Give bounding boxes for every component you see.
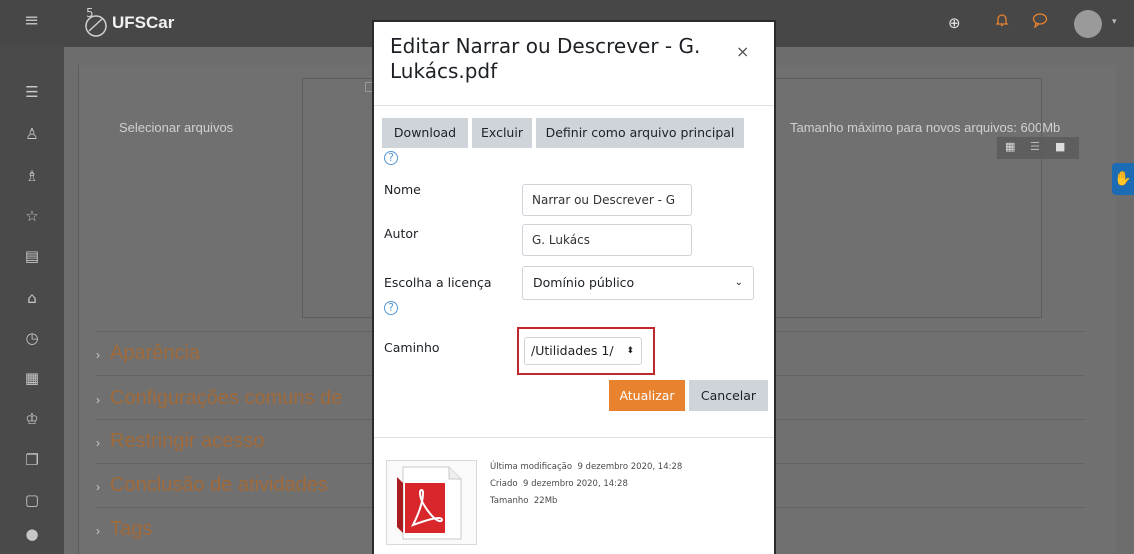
clipboard-icon[interactable]: ▢ xyxy=(0,491,64,509)
created-label: Criado xyxy=(490,479,518,489)
list-icon[interactable]: ☰ xyxy=(0,83,64,101)
path-value: /Utilidades 1/ xyxy=(531,343,614,358)
chevron-right-icon: › xyxy=(96,436,100,450)
accessibility-icon[interactable]: ● xyxy=(0,525,64,543)
chevron-right-icon: › xyxy=(96,524,100,538)
section-completion[interactable]: › Conclusão de atividades xyxy=(96,474,328,497)
sort-arrows-icon: ⬍ xyxy=(626,346,634,356)
section-tags[interactable]: › Tags xyxy=(96,518,152,541)
chevron-down-icon: ⌄ xyxy=(734,277,743,288)
copy-icon[interactable]: ❐ xyxy=(0,451,64,469)
chat-icon[interactable] xyxy=(1032,12,1048,32)
modified-info: Última modificação 9 dezembro 2020, 14:2… xyxy=(490,462,682,472)
caret-down-icon[interactable]: ▾ xyxy=(1112,17,1117,27)
calendar-icon[interactable]: ▦ xyxy=(0,369,64,387)
avatar[interactable] xyxy=(1074,10,1102,38)
chevron-right-icon: › xyxy=(96,393,100,407)
book-icon[interactable]: ▤ xyxy=(0,247,64,265)
cancel-button[interactable]: Cancelar xyxy=(689,380,768,411)
ufscar-logo[interactable]: 5 UFSCar xyxy=(82,6,182,42)
chevron-right-icon: › xyxy=(96,348,100,362)
download-button[interactable]: Download xyxy=(382,118,468,148)
name-label: Nome xyxy=(384,182,421,197)
update-button[interactable]: Atualizar xyxy=(609,380,685,411)
path-label: Caminho xyxy=(384,340,440,355)
path-select[interactable]: /Utilidades 1/ ⬍ xyxy=(524,337,642,365)
users-icon[interactable]: ♗ xyxy=(0,167,64,185)
help-icon[interactable]: ? xyxy=(384,301,398,315)
svg-text:5: 5 xyxy=(86,6,94,20)
license-select[interactable]: Domínio público ⌄ xyxy=(522,266,754,300)
section-restrict-access[interactable]: › Restringir acesso xyxy=(96,430,265,453)
size-label: Tamanho xyxy=(490,496,529,506)
author-label: Autor xyxy=(384,226,419,241)
dashboard-icon[interactable]: ◷ xyxy=(0,329,64,347)
chevron-right-icon: › xyxy=(96,480,100,494)
dialog-divider xyxy=(374,437,774,438)
folder-view-icon[interactable]: ■ xyxy=(1055,140,1065,153)
size-info: Tamanho 22Mb xyxy=(490,496,557,506)
teacher-icon[interactable]: ♙ xyxy=(0,125,64,143)
license-value: Domínio público xyxy=(533,275,635,290)
author-input[interactable]: G. Lukács xyxy=(522,224,692,256)
edit-file-dialog: Editar Narrar ou Descrever - G. Lukács.p… xyxy=(372,20,776,554)
size-value: 22Mb xyxy=(533,496,558,506)
sidebar: ☰ ♙ ♗ ☆ ▤ ⌂ ◷ ▦ ♔ ❐ ▢ ● xyxy=(0,47,64,554)
section-appearance[interactable]: › Aparência xyxy=(96,342,200,365)
created-value: 9 dezembro 2020, 14:28 xyxy=(523,479,628,489)
close-icon[interactable]: × xyxy=(736,42,749,61)
set-main-file-button[interactable]: Definir como arquivo principal xyxy=(536,118,744,148)
delete-button[interactable]: Excluir xyxy=(472,118,532,148)
section-label: Restringir acesso xyxy=(110,430,265,452)
hand-icon: ✋ xyxy=(1114,171,1132,187)
logo-emblem-icon: 5 xyxy=(85,6,107,37)
star-icon[interactable]: ☆ xyxy=(0,207,64,225)
accessibility-widget-button[interactable]: ✋ xyxy=(1112,163,1134,195)
created-info: Criado 9 dezembro 2020, 14:28 xyxy=(490,479,628,489)
menu-icon[interactable]: ≡ xyxy=(24,10,39,31)
globe-icon[interactable]: ⊕ xyxy=(948,14,961,32)
graduation-icon[interactable]: ♔ xyxy=(0,410,64,428)
section-common-settings[interactable]: › Configurações comuns de xyxy=(96,387,342,410)
dialog-title: Editar Narrar ou Descrever - G. Lukács.p… xyxy=(390,34,701,83)
modified-label: Última modificação xyxy=(490,462,573,472)
name-input[interactable]: Narrar ou Descrever - G xyxy=(522,184,692,216)
path-highlight-box: /Utilidades 1/ ⬍ xyxy=(517,327,655,375)
help-icon[interactable]: ? xyxy=(384,151,398,165)
section-label: Aparência xyxy=(110,342,201,364)
file-thumbnail xyxy=(386,460,477,545)
section-label: Configurações comuns de xyxy=(110,387,343,409)
section-label: Tags xyxy=(110,518,153,540)
home-icon[interactable]: ⌂ xyxy=(0,289,64,307)
section-label: Conclusão de atividades xyxy=(110,474,328,496)
modified-value: 9 dezembro 2020, 14:28 xyxy=(577,462,683,472)
logo-text: UFSCar xyxy=(112,13,175,32)
select-files-label: Selecionar arquivos xyxy=(119,120,234,135)
pdf-file-icon xyxy=(397,466,462,540)
dialog-divider xyxy=(374,105,774,106)
license-label: Escolha a licença xyxy=(384,275,492,290)
bell-icon[interactable] xyxy=(995,12,1009,32)
